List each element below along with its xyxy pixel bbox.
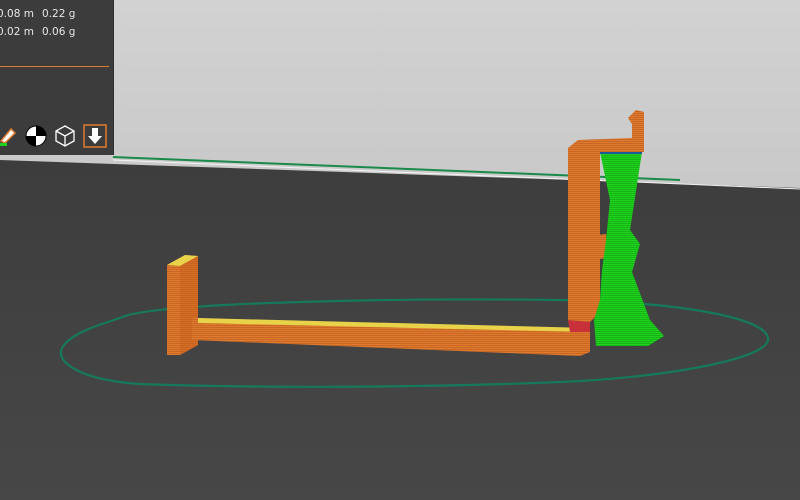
filament-length: 0.02 m (0, 26, 34, 38)
pivot-target-icon[interactable] (24, 124, 48, 148)
print-right-column (568, 140, 600, 322)
stats-divider (0, 66, 109, 67)
print-preview-scene[interactable] (0, 0, 800, 500)
print-left-post-side (180, 256, 198, 355)
brush-edit-icon[interactable] (0, 124, 19, 148)
3d-viewport[interactable]: 0.08 m 0.22 g 0.02 m 0.06 g (0, 0, 800, 500)
filament-length: 0.08 m (0, 8, 34, 20)
wireframe-cube-icon[interactable] (53, 124, 77, 148)
filament-weight: 0.06 g (42, 26, 76, 38)
download-arrow-icon[interactable] (83, 124, 107, 148)
print-beam-corner (568, 320, 590, 332)
stats-panel: 0.08 m 0.22 g 0.02 m 0.06 g (0, 0, 114, 155)
filament-weight: 0.22 g (42, 8, 76, 20)
view-toolbar (0, 124, 113, 152)
